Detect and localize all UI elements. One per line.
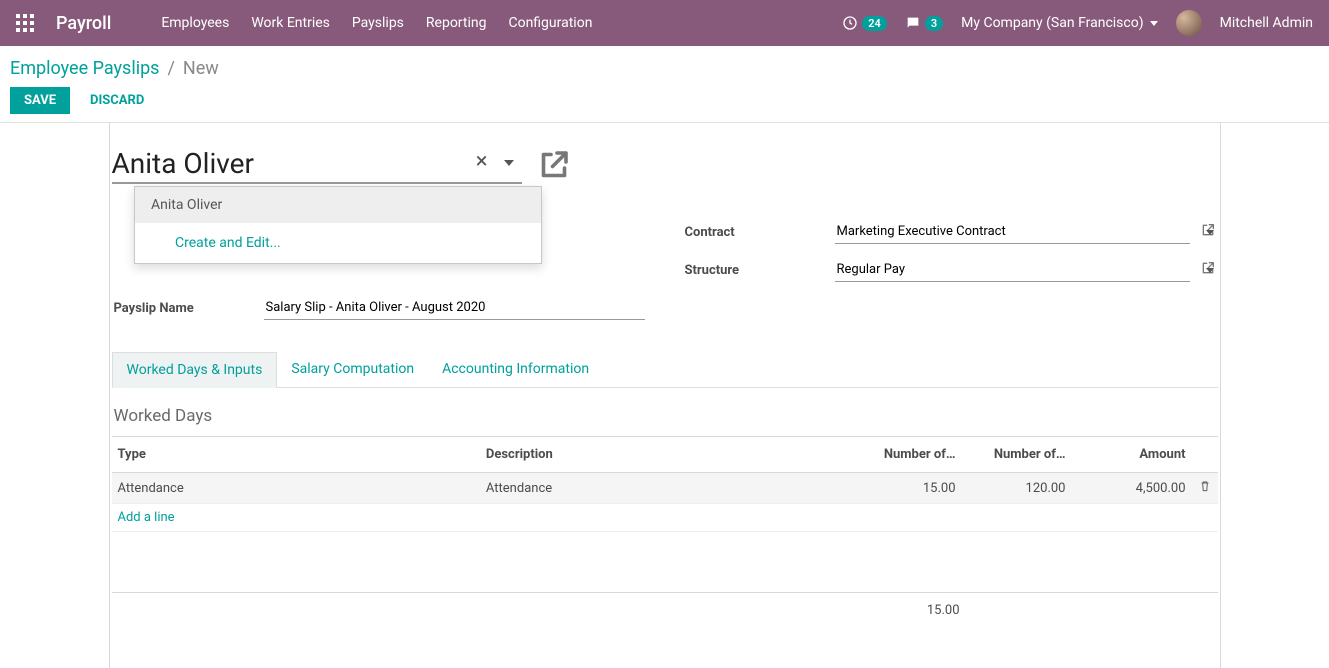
col-number-1[interactable]: Number of… [852, 437, 962, 473]
app-brand[interactable]: Payroll [56, 13, 111, 34]
breadcrumb: Employee Payslips / New [10, 58, 1313, 79]
chat-icon [905, 15, 921, 31]
clock-icon [842, 15, 858, 31]
tab-salary-computation[interactable]: Salary Computation [277, 352, 428, 387]
main-menu: Employees Work Entries Payslips Reportin… [161, 15, 842, 31]
avatar[interactable] [1176, 10, 1202, 36]
menu-payslips[interactable]: Payslips [352, 15, 404, 31]
external-link-icon[interactable] [536, 147, 572, 183]
message-badge: 3 [925, 16, 943, 31]
save-button[interactable]: SAVE [10, 87, 70, 114]
discard-button[interactable]: DISCARD [90, 93, 144, 108]
top-navbar: Payroll Employees Work Entries Payslips … [0, 0, 1329, 46]
clear-icon[interactable]: × [476, 151, 488, 173]
tabs: Worked Days & Inputs Salary Computation … [112, 352, 1218, 388]
caret-down-icon [1150, 21, 1158, 26]
apps-icon[interactable] [16, 14, 34, 32]
breadcrumb-separator: / [167, 58, 174, 79]
col-type[interactable]: Type [112, 437, 480, 473]
activity-badge: 24 [862, 16, 887, 31]
dropdown-option[interactable]: Anita Oliver [135, 187, 541, 223]
table-totals: 15.00 [112, 592, 1218, 628]
messages-indicator[interactable]: 3 [905, 15, 943, 31]
table-row-add: Add a line [112, 504, 1218, 532]
employee-input[interactable] [112, 145, 522, 184]
contract-input[interactable] [835, 220, 1190, 244]
menu-configuration[interactable]: Configuration [508, 15, 592, 31]
cell-number-2[interactable]: 120.00 [962, 473, 1072, 504]
payslip-name-input[interactable] [264, 296, 645, 320]
user-name[interactable]: Mitchell Admin [1220, 15, 1313, 31]
cell-amount[interactable]: 4,500.00 [1072, 473, 1192, 504]
tab-worked-days[interactable]: Worked Days & Inputs [112, 352, 278, 388]
col-actions [1192, 437, 1218, 473]
menu-employees[interactable]: Employees [161, 15, 229, 31]
cell-description[interactable]: Attendance [480, 473, 852, 504]
trash-icon[interactable] [1198, 482, 1212, 497]
dropdown-toggle[interactable] [504, 155, 514, 170]
external-link-icon[interactable] [1200, 222, 1216, 242]
worked-days-table: Type Description Number of… Number of… A… [112, 436, 1218, 532]
menu-reporting[interactable]: Reporting [426, 15, 487, 31]
structure-label: Structure [685, 263, 835, 278]
activities-indicator[interactable]: 24 [842, 15, 887, 31]
cell-number-1[interactable]: 15.00 [852, 473, 962, 504]
col-number-2[interactable]: Number of… [962, 437, 1072, 473]
tab-accounting-information[interactable]: Accounting Information [428, 352, 603, 387]
payslip-name-label: Payslip Name [114, 301, 264, 316]
menu-work-entries[interactable]: Work Entries [251, 15, 330, 31]
company-name: My Company (San Francisco) [961, 15, 1143, 31]
section-worked-days: Worked Days [114, 406, 1218, 426]
col-amount[interactable]: Amount [1072, 437, 1192, 473]
contract-label: Contract [685, 225, 835, 240]
breadcrumb-current: New [183, 58, 219, 79]
add-line-link[interactable]: Add a line [118, 510, 175, 525]
total-number-1: 15.00 [870, 603, 960, 618]
control-panel: Employee Payslips / New SAVE DISCARD [0, 46, 1329, 122]
cell-type[interactable]: Attendance [112, 473, 480, 504]
breadcrumb-parent[interactable]: Employee Payslips [10, 58, 159, 79]
external-link-icon[interactable] [1200, 260, 1216, 280]
dropdown-create-edit[interactable]: Create and Edit... [135, 223, 541, 263]
col-description[interactable]: Description [480, 437, 852, 473]
structure-input[interactable] [835, 258, 1190, 282]
table-row[interactable]: Attendance Attendance 15.00 120.00 4,500… [112, 473, 1218, 504]
company-switcher[interactable]: My Company (San Francisco) [961, 15, 1157, 31]
employee-dropdown: Anita Oliver Create and Edit... [134, 186, 542, 264]
